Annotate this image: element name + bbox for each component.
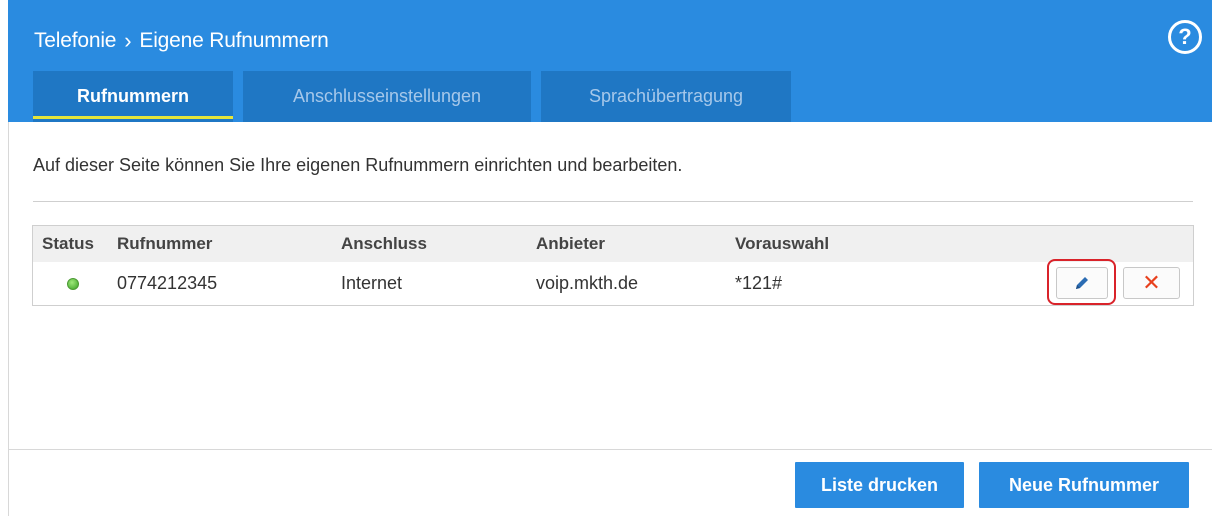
tab-rufnummern[interactable]: Rufnummern: [33, 71, 233, 122]
column-header-status: Status: [42, 234, 94, 253]
column-header-rufnummer: Rufnummer: [117, 234, 213, 253]
column-header-vorauswahl: Vorauswahl: [735, 234, 830, 253]
new-number-button[interactable]: Neue Rufnummer: [979, 462, 1189, 508]
breadcrumb-separator-icon: ›: [124, 28, 132, 53]
tab-sprachuebertragung[interactable]: Sprachübertragung: [541, 71, 791, 122]
breadcrumb-current: Eigene Rufnummern: [139, 29, 329, 52]
breadcrumb: Telefonie › Eigene Rufnummern: [34, 28, 329, 54]
footer-divider: [8, 449, 1212, 450]
provider-cell: voip.mkth.de: [536, 273, 639, 293]
tab-bar: Rufnummern Anschlusseinstellungen Sprach…: [33, 71, 791, 122]
print-list-button[interactable]: Liste drucken: [795, 462, 964, 508]
pencil-icon: [1076, 277, 1088, 289]
column-header-anbieter: Anbieter: [536, 234, 605, 253]
preselection-cell: *121#: [735, 273, 783, 293]
status-cell: [67, 262, 79, 305]
intro-text: Auf dieser Seite können Sie Ihre eigenen…: [33, 155, 683, 175]
divider: [33, 201, 1193, 202]
table-header: Status Rufnummer Anschluss Anbieter Vora…: [33, 226, 1193, 262]
close-icon: ✕: [1142, 270, 1161, 295]
numbers-table: Status Rufnummer Anschluss Anbieter Vora…: [32, 225, 1194, 306]
tab-anschlusseinstellungen[interactable]: Anschlusseinstellungen: [243, 71, 531, 122]
number-cell: 0774212345: [117, 273, 218, 293]
breadcrumb-telefonie[interactable]: Telefonie: [34, 29, 116, 53]
help-icon[interactable]: ?: [1168, 20, 1202, 54]
edit-button[interactable]: [1056, 267, 1108, 299]
header-bar: Telefonie › Eigene Rufnummern ? Rufnumme…: [8, 0, 1212, 122]
table-row: 0774212345 Internet voip.mkth.de *121# ✕: [33, 259, 1193, 305]
column-header-anschluss: Anschluss: [341, 234, 427, 253]
status-online-icon: [67, 277, 79, 290]
delete-button[interactable]: ✕: [1123, 267, 1180, 299]
connection-cell: Internet: [341, 273, 403, 293]
content-border: [8, 122, 9, 516]
